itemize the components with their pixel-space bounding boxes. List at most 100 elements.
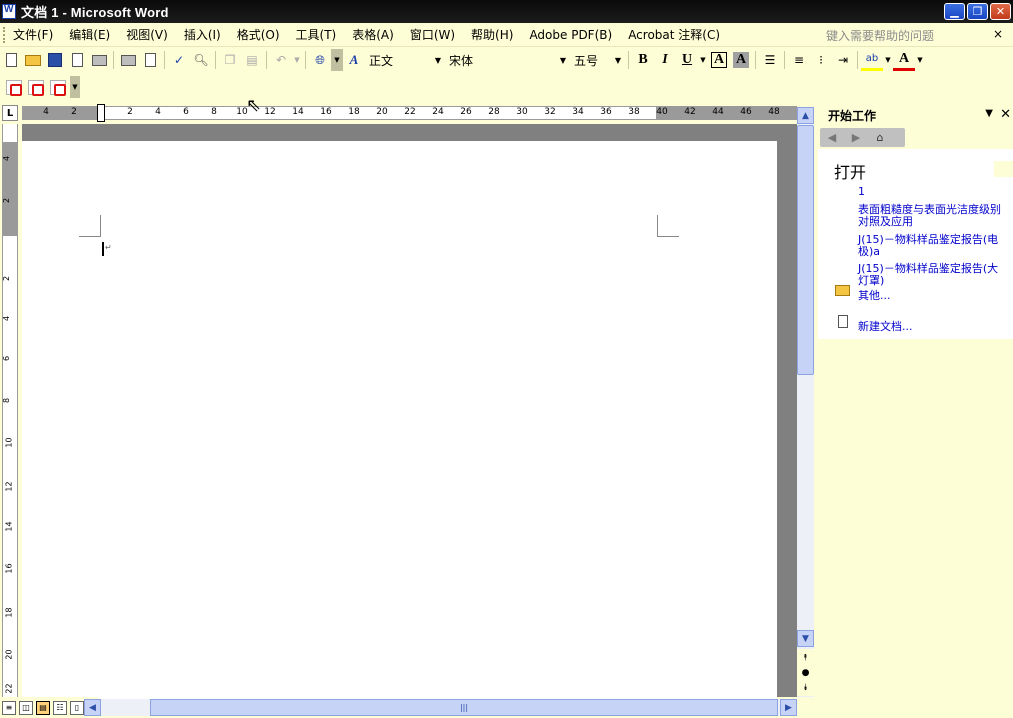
task-pane: 开始工作 ▼ ✕ ◀ ▶ ⌂ 打开 1 表面粗糙度与表面光洁度级别 对照及应用 … [818, 101, 1013, 701]
menu-tools[interactable]: 工具(T) [296, 26, 337, 43]
menu-insert[interactable]: 插入(I) [184, 26, 221, 43]
toolbar-separator [215, 51, 216, 69]
indent-marker[interactable] [97, 104, 105, 122]
convert-and-email-pdf-icon[interactable] [28, 79, 44, 96]
paste-button[interactable]: ▤ [241, 49, 263, 71]
underline-button[interactable]: U [676, 49, 698, 71]
email-button[interactable] [88, 49, 110, 71]
back-arrow-icon[interactable]: ◀ [820, 131, 844, 144]
menu-view[interactable]: 视图(V) [126, 26, 168, 43]
menu-file[interactable]: 文件(F) [13, 26, 53, 43]
highlight-dropdown-arrow[interactable]: ▼ [883, 49, 893, 71]
scroll-left-button[interactable]: ◀ [84, 699, 101, 716]
menu-acrobat-comments[interactable]: Acrobat 注释(C) [628, 26, 720, 43]
outline-view-button[interactable]: ☷ [53, 700, 67, 715]
more-files-link[interactable]: 其他... [858, 287, 891, 303]
italic-button[interactable]: I [654, 49, 676, 71]
web-layout-view-button[interactable]: ◫ [19, 700, 33, 715]
print-preview-button[interactable] [139, 49, 161, 71]
convert-to-pdf-icon[interactable] [6, 79, 22, 96]
vertical-scrollbar[interactable]: ▲ ▼ ⯭ ● ⯯ [797, 107, 814, 697]
document-page[interactable]: ↵ [22, 141, 777, 701]
menubar-grip[interactable] [3, 26, 7, 43]
ruler-tick: 12 [264, 107, 276, 117]
minimize-button[interactable]: ▁ [944, 3, 965, 20]
undo-button[interactable]: ↶ [270, 49, 292, 71]
highlight-button[interactable]: ab [861, 49, 883, 71]
spelling-button[interactable]: ✓ [168, 49, 190, 71]
menu-help[interactable]: 帮助(H) [471, 26, 513, 43]
task-pane-close-icon[interactable]: ✕ [1000, 107, 1011, 122]
new-document-link[interactable]: 新建文档... [858, 318, 913, 334]
increase-indent-button[interactable]: ⇥ [832, 49, 854, 71]
ruler-tick: 30 [516, 107, 528, 117]
ruler-tick: 6 [2, 355, 12, 362]
task-pane-menu-icon[interactable]: ▼ [985, 108, 993, 119]
bullets-button[interactable]: ⁝ [810, 49, 832, 71]
print-button[interactable] [117, 49, 139, 71]
hyperlink-button[interactable]: 🌐︎ [309, 49, 331, 71]
tab-stop-selector[interactable]: L [2, 105, 18, 121]
doc-close-icon[interactable]: × [993, 27, 1003, 41]
menu-adobe-pdf[interactable]: Adobe PDF(B) [529, 28, 612, 42]
vertical-ruler[interactable]: 4 2 2 4 6 8 10 12 14 16 18 20 22 [2, 124, 18, 697]
ruler-tick: 28 [488, 107, 500, 117]
underline-dropdown-arrow[interactable]: ▼ [698, 49, 708, 71]
ruler-tick: 48 [768, 107, 780, 117]
vertical-scroll-thumb[interactable] [797, 125, 814, 375]
align-button[interactable]: ☰ [759, 49, 781, 71]
toolbar-options-button[interactable]: ▼ [331, 49, 343, 71]
horizontal-scroll-thumb[interactable]: ||| [150, 699, 778, 716]
research-button[interactable]: 🔍︎ [190, 49, 212, 71]
recent-file-link-continued[interactable]: 极)a [858, 243, 880, 259]
chevron-down-icon: ▼ [559, 55, 566, 65]
recent-file-link-continued[interactable]: 灯罩) [858, 272, 884, 288]
close-button[interactable]: ✕ [990, 3, 1011, 20]
open-button[interactable] [22, 49, 44, 71]
document-area[interactable]: ↵ [22, 124, 797, 701]
next-page-button[interactable]: ⯯ [797, 679, 814, 696]
pdf-toolbar-options-button[interactable]: ▼ [70, 76, 80, 98]
scroll-right-button[interactable]: ▶ [780, 699, 797, 716]
recent-file-link-continued[interactable]: 对照及应用 [858, 213, 913, 229]
horizontal-ruler[interactable]: 4 2 2 4 6 8 10 12 14 16 18 20 22 24 26 2… [22, 104, 797, 122]
style-combo[interactable]: 正文 ▼ [365, 50, 445, 70]
horizontal-scrollbar[interactable]: ◀ ||| ▶ [84, 699, 797, 716]
save-button[interactable] [44, 49, 66, 71]
scroll-up-button[interactable]: ▲ [797, 107, 814, 124]
word-app-icon[interactable] [2, 4, 16, 19]
copy-button[interactable]: ❐ [219, 49, 241, 71]
undo-dropdown-arrow[interactable]: ▼ [292, 49, 302, 71]
styles-formatting-button[interactable]: A [343, 49, 365, 71]
maximize-button[interactable]: ❐ [967, 3, 988, 20]
new-document-button[interactable] [0, 49, 22, 71]
scroll-down-button[interactable]: ▼ [797, 630, 814, 647]
toolbar-area-empty [313, 73, 1013, 101]
normal-view-button[interactable]: ≡ [2, 700, 16, 715]
convert-and-review-pdf-icon[interactable] [50, 79, 66, 96]
numbering-button[interactable]: ≡ [788, 49, 810, 71]
font-color-button[interactable]: A [893, 49, 915, 71]
menu-format[interactable]: 格式(O) [237, 26, 280, 43]
chevron-down-icon: ▼ [434, 55, 441, 65]
font-size-combo[interactable]: 五号 ▼ [570, 50, 625, 70]
character-border-button[interactable]: A [711, 52, 727, 68]
font-combo[interactable]: 宋体 ▼ [445, 50, 570, 70]
ruler-tick: 38 [628, 107, 640, 117]
reading-layout-view-button[interactable]: ▯ [70, 700, 84, 715]
character-shading-button[interactable]: A [733, 52, 749, 68]
mouse-pointer-icon: ⇖ [246, 95, 262, 116]
recent-file-link[interactable]: 1 [858, 185, 865, 198]
ruler-tick: 34 [572, 107, 584, 117]
menu-window[interactable]: 窗口(W) [410, 26, 455, 43]
bold-button[interactable]: B [632, 49, 654, 71]
font-color-dropdown-arrow[interactable]: ▼ [915, 49, 925, 71]
menu-table[interactable]: 表格(A) [352, 26, 394, 43]
print-layout-view-button[interactable]: ▤ [36, 700, 50, 715]
toolbar-separator [164, 51, 165, 69]
permission-button[interactable] [66, 49, 88, 71]
menu-edit[interactable]: 编辑(E) [69, 26, 110, 43]
home-icon[interactable]: ⌂ [868, 131, 892, 144]
ask-question-input[interactable]: 键入需要帮助的问题 [826, 27, 996, 43]
forward-arrow-icon[interactable]: ▶ [844, 131, 868, 144]
